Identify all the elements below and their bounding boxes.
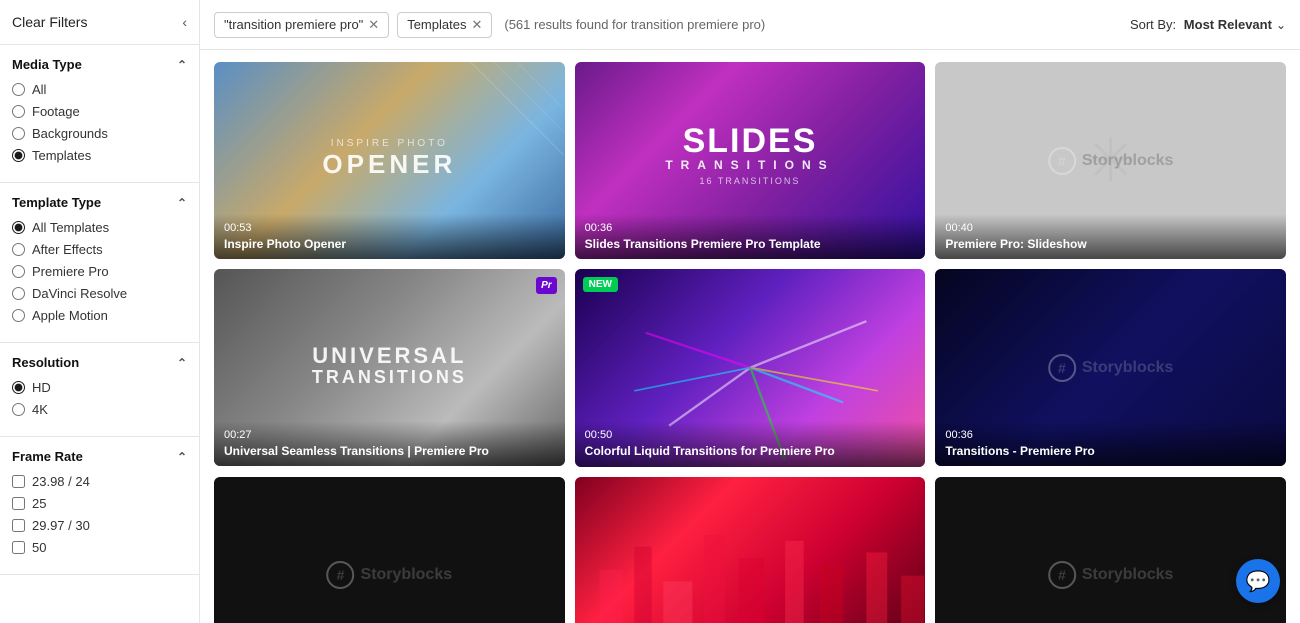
template-type-header[interactable]: Template Type ⌃ [12,195,187,210]
clear-filters-label: Clear Filters [12,14,87,30]
frame-rate-29[interactable]: 29.97 / 30 [12,518,187,533]
card-overlay: 00:40 Premiere Pro: Slideshow [935,214,1286,260]
filter-tag-templates-remove[interactable]: ✕ [471,17,482,33]
chat-icon: 💬 [1246,569,1271,594]
card-transitions-pp[interactable]: # Storyblocks 00:36 Transitions - Premie… [935,269,1286,466]
premiere-badge: Pr [536,277,557,294]
resolution-hd[interactable]: HD [12,380,187,395]
template-type-apple-motion[interactable]: Apple Motion [12,308,187,323]
frame-rate-section: Frame Rate ⌃ 23.98 / 24 25 29.97 / 30 50 [0,437,199,575]
frame-rate-23[interactable]: 23.98 / 24 [12,474,187,489]
template-type-premiere-pro[interactable]: Premiere Pro [12,264,187,279]
frame-rate-50[interactable]: 50 [12,540,187,555]
template-type-section: Template Type ⌃ All Templates After Effe… [0,183,199,343]
storyblocks-logo: # Storyblocks [1048,147,1174,175]
main-content: "transition premiere pro" ✕ Templates ✕ … [200,0,1300,623]
results-grid-container: INSPIRE PHOTO OPENER 00:53 Inspire Photo… [200,50,1300,623]
resolution-section: Resolution ⌃ HD 4K [0,343,199,437]
template-type-davinci[interactable]: DaVinci Resolve [12,286,187,301]
sb-text: Storyblocks [1082,359,1174,377]
sort-by-label: Sort By: [1130,17,1176,32]
frame-rate-label: Frame Rate [12,449,83,464]
sb-icon: # [1048,147,1076,175]
card-premiere-slideshow[interactable]: ✳ # Storyblocks 00:40 Premiere Pro: Slid… [935,62,1286,259]
universal-text: UNIVERSAL TRANSITIONS [312,344,467,388]
resolution-4k[interactable]: 4K [12,402,187,417]
sort-by-chevron: ⌄ [1276,18,1286,32]
card-placeholder-2[interactable]: # Storyblocks [935,477,1286,623]
card-duration: 00:36 [945,429,1276,441]
filter-tag-query-remove[interactable]: ✕ [368,17,379,33]
filter-tag-query-text: "transition premiere pro" [224,17,363,32]
sb-icon: # [1048,561,1076,589]
template-type-after-effects[interactable]: After Effects [12,242,187,257]
card-overlay: 00:50 Colorful Liquid Transitions for Pr… [575,421,926,467]
frame-rate-chevron: ⌃ [177,450,187,464]
card-title: Universal Seamless Transitions | Premier… [224,444,555,460]
card-title: Transitions - Premiere Pro [945,444,1276,460]
card-overlay: 00:36 Transitions - Premiere Pro [935,421,1286,467]
card-title: Premiere Pro: Slideshow [945,237,1276,253]
results-grid: INSPIRE PHOTO OPENER 00:53 Inspire Photo… [214,62,1286,623]
card-slides-text: SLIDES TRANSITIONS 16 TRANSITIONS [665,123,834,185]
filter-tag-templates[interactable]: Templates ✕ [397,12,492,38]
resolution-chevron: ⌃ [177,356,187,370]
card-title: Slides Transitions Premiere Pro Template [585,237,916,253]
template-type-chevron: ⌃ [177,196,187,210]
sidebar: Clear Filters ‹ Media Type ⌃ All Footage… [0,0,200,623]
city-decoration [575,477,926,623]
sort-by-value: Most Relevant [1180,17,1272,32]
media-type-backgrounds[interactable]: Backgrounds [12,126,187,141]
sb-text: Storyblocks [1082,566,1174,584]
clear-filters-button[interactable]: Clear Filters ‹ [0,0,199,45]
card-duration: 00:53 [224,222,555,234]
card-duration: 00:40 [945,222,1276,234]
sb-text: Storyblocks [1082,152,1174,170]
card-inspire-photo-opener[interactable]: INSPIRE PHOTO OPENER 00:53 Inspire Photo… [214,62,565,259]
card-duration: 00:36 [585,222,916,234]
storyblocks-logo: # Storyblocks [327,561,453,589]
template-type-label: Template Type [12,195,101,210]
frame-rate-header[interactable]: Frame Rate ⌃ [12,449,187,464]
header-bar: "transition premiere pro" ✕ Templates ✕ … [200,0,1300,50]
card-duration: 00:50 [585,429,916,441]
resolution-header[interactable]: Resolution ⌃ [12,355,187,370]
card-duration: 00:27 [224,429,555,441]
results-text: (561 results found for transition premie… [504,17,1122,32]
card-placeholder-1[interactable]: # Storyblocks [214,477,565,623]
template-type-all[interactable]: All Templates [12,220,187,235]
media-type-chevron: ⌃ [177,58,187,72]
card-title: Colorful Liquid Transitions for Premiere… [585,444,916,460]
sb-icon: # [327,561,355,589]
chat-button[interactable]: 💬 [1236,559,1280,603]
card-overlay: 00:27 Universal Seamless Transitions | P… [214,421,565,467]
media-type-header[interactable]: Media Type ⌃ [12,57,187,72]
storyblocks-logo: # Storyblocks [1048,561,1174,589]
storyblocks-logo: # Storyblocks [1048,354,1174,382]
sort-by-control[interactable]: Sort By: Most Relevant ⌄ [1130,17,1286,32]
sb-icon: # [1048,354,1076,382]
media-type-all[interactable]: All [12,82,187,97]
frame-rate-25[interactable]: 25 [12,496,187,511]
card-title: Inspire Photo Opener [224,237,555,253]
media-type-label: Media Type [12,57,82,72]
media-type-section: Media Type ⌃ All Footage Backgrounds Tem… [0,45,199,183]
sb-text: Storyblocks [361,566,453,584]
filter-tag-templates-text: Templates [407,17,466,32]
card-colorful-liquid[interactable]: NEW 00:50 Colorful Liquid Trans [575,269,926,466]
card-city-neon[interactable] [575,477,926,623]
collapse-icon: ‹ [182,14,187,30]
card-overlay: 00:53 Inspire Photo Opener [214,214,565,260]
card-slides-transitions[interactable]: SLIDES TRANSITIONS 16 TRANSITIONS 00:36 … [575,62,926,259]
media-type-footage[interactable]: Footage [12,104,187,119]
media-type-templates[interactable]: Templates [12,148,187,163]
card-universal-transitions[interactable]: Pr UNIVERSAL TRANSITIONS 00:27 Universal… [214,269,565,466]
resolution-label: Resolution [12,355,79,370]
card-overlay: 00:36 Slides Transitions Premiere Pro Te… [575,214,926,260]
filter-tag-query[interactable]: "transition premiere pro" ✕ [214,12,389,38]
